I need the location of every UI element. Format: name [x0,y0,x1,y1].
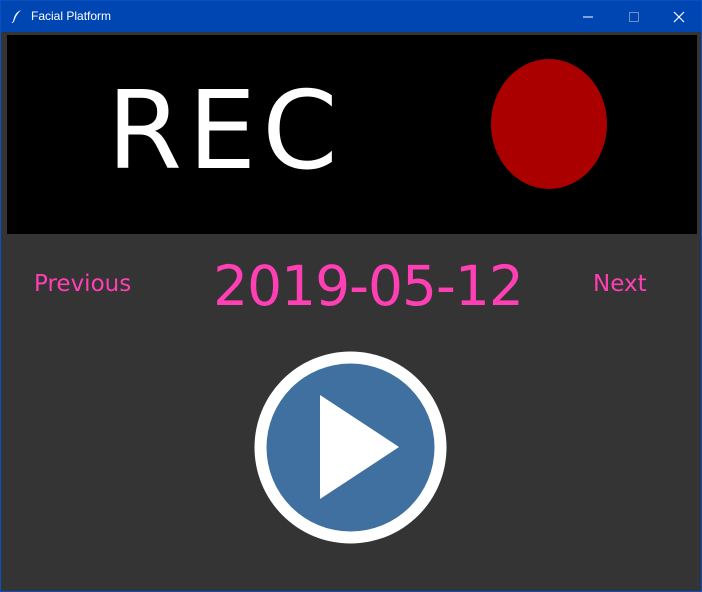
play-button[interactable] [254,351,447,544]
maximize-icon [629,12,639,22]
minimize-icon [583,16,593,18]
app-window: Facial Platform REC Previous 2019-05-12 … [0,0,702,592]
rec-text: REC [107,69,344,194]
close-button[interactable] [656,1,702,32]
play-icon [254,351,447,544]
minimize-button[interactable] [565,1,611,32]
previous-button[interactable]: Previous [34,269,131,299]
title-bar[interactable]: Facial Platform [1,1,701,32]
next-button[interactable]: Next [593,269,647,299]
record-dot-icon [491,59,607,189]
feather-icon [11,10,21,23]
window-title: Facial Platform [31,9,112,23]
close-icon [673,11,685,23]
date-label: 2019-05-12 [213,254,524,318]
rec-banner: REC [7,35,697,234]
maximize-button[interactable] [611,1,657,32]
